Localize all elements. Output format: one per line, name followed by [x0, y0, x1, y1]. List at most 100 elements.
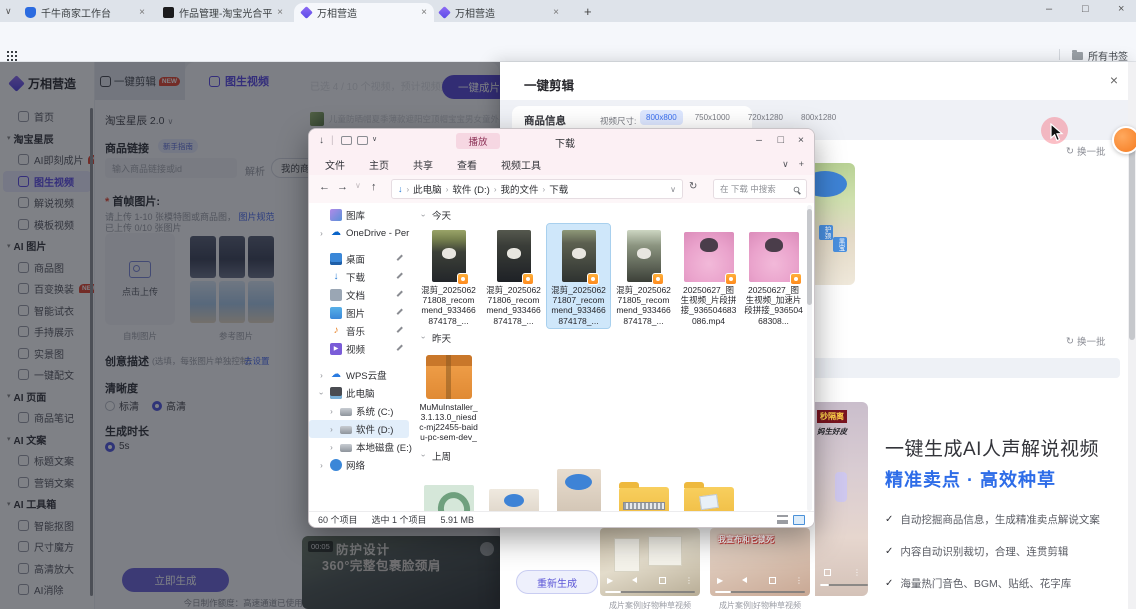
- explorer-nav-OneDrive - Per[interactable]: ›☁OneDrive - Per: [309, 224, 413, 242]
- menu-查看[interactable]: 查看: [457, 157, 477, 172]
- window-close-button[interactable]: ×: [1118, 3, 1124, 15]
- explorer-close-button[interactable]: ×: [798, 134, 804, 146]
- file-item[interactable]: [482, 465, 545, 511]
- details-view-icon[interactable]: [777, 515, 788, 524]
- file-section-header[interactable]: ›昨天: [419, 331, 814, 345]
- video-menu-icon[interactable]: ⋮: [853, 568, 861, 577]
- tab-close-icon[interactable]: ×: [277, 7, 283, 18]
- menu-主页[interactable]: 主页: [369, 157, 389, 172]
- video-menu-icon[interactable]: ⋮: [685, 576, 693, 585]
- recent-locations-caret-icon[interactable]: ∨: [355, 181, 361, 190]
- video-size-option[interactable]: 720x1280: [742, 110, 789, 125]
- video-progress-bar[interactable]: [715, 591, 805, 594]
- tab-search-caret-icon[interactable]: ∨: [5, 6, 12, 17]
- file-item[interactable]: MuMuInstaller_3.1.13.0_niesdc-mj22455-ba…: [417, 347, 480, 446]
- explorer-title-bar[interactable]: ↓ | ∨ 播放 下载 – □ ×: [309, 129, 814, 153]
- thumbnail-view-icon[interactable]: [793, 515, 805, 525]
- explorer-minimize-button[interactable]: –: [756, 134, 762, 146]
- video-size-option[interactable]: 750x1000: [689, 110, 736, 125]
- explorer-search-input[interactable]: 在 下载 中搜索: [713, 179, 807, 199]
- explorer-nav-图库[interactable]: 图库: [309, 206, 413, 224]
- volume-icon[interactable]: [629, 577, 637, 583]
- fullscreen-icon[interactable]: [824, 569, 831, 576]
- file-item[interactable]: [417, 465, 480, 511]
- apps-grid-icon[interactable]: [7, 51, 9, 53]
- play-icon[interactable]: ▶: [717, 576, 723, 585]
- file-item[interactable]: 20250627_图生视频_加速片段拼接_93650468308...: [742, 224, 805, 328]
- tab-close-icon[interactable]: ×: [553, 7, 559, 18]
- file-item[interactable]: [612, 465, 675, 511]
- explorer-back-icon[interactable]: ←: [319, 181, 330, 193]
- play-icon[interactable]: ▶: [607, 576, 613, 585]
- file-item[interactable]: 混剪_202506271806_recommend_933466874178_.…: [482, 224, 545, 328]
- contextual-tab-play[interactable]: 播放: [456, 133, 500, 149]
- file-section-header[interactable]: ›今天: [419, 208, 814, 222]
- explorer-maximize-button[interactable]: □: [778, 134, 784, 146]
- explorer-nav-软件 (D:)[interactable]: ›软件 (D:): [309, 420, 409, 438]
- explorer-refresh-icon[interactable]: ↻: [689, 181, 697, 192]
- all-bookmarks-button[interactable]: 所有书签: [1072, 48, 1128, 63]
- file-section-header[interactable]: ›上周: [419, 449, 814, 463]
- video-progress-bar[interactable]: [605, 591, 695, 594]
- explorer-nav-网络[interactable]: ›网络: [309, 456, 413, 474]
- explorer-nav-文档[interactable]: 文档: [309, 286, 413, 304]
- result-video-player[interactable]: ▶ ⋮: [600, 528, 700, 596]
- explorer-nav-图片[interactable]: 图片: [309, 304, 413, 322]
- video-menu-icon[interactable]: ⋮: [795, 576, 803, 585]
- browser-tab[interactable]: 千牛商家工作台×: [18, 3, 152, 22]
- ribbon-expand-icon[interactable]: ∨: [782, 159, 789, 170]
- explorer-nav-WPS云盘[interactable]: ›☁WPS云盘: [309, 366, 413, 384]
- quick-access-download-icon[interactable]: ↓: [319, 135, 324, 146]
- window-maximize-button[interactable]: □: [1082, 3, 1089, 15]
- breadcrumb-item[interactable]: 我的文件: [501, 182, 539, 196]
- quick-access-icon[interactable]: [341, 136, 352, 145]
- file-item[interactable]: 混剪_202506271807_recommend_933466874178_.…: [547, 224, 610, 328]
- explorer-nav-下载[interactable]: ↓下载: [309, 268, 413, 286]
- video-size-option[interactable]: 800x1280: [795, 110, 842, 125]
- menu-文件[interactable]: 文件: [325, 157, 345, 172]
- browser-tab[interactable]: 万相营造×: [294, 3, 434, 22]
- window-minimize-button[interactable]: –: [1046, 3, 1052, 15]
- tab-close-icon[interactable]: ×: [139, 7, 145, 18]
- file-item[interactable]: [677, 465, 740, 511]
- tab-close-icon[interactable]: ×: [421, 7, 427, 18]
- browser-tab[interactable]: 万相营造×: [432, 3, 566, 22]
- explorer-nav-音乐[interactable]: ♪音乐: [309, 322, 413, 340]
- new-tab-button[interactable]: +: [584, 4, 592, 19]
- explorer-nav-系统 (C:)[interactable]: ›系统 (C:): [309, 402, 413, 420]
- explorer-forward-icon[interactable]: →: [337, 181, 348, 193]
- menu-共享[interactable]: 共享: [413, 157, 433, 172]
- explorer-nav-桌面[interactable]: 桌面: [309, 250, 413, 268]
- promo-video-thumbnail[interactable]: 秒隔离 妈生好皮 ⋮: [815, 402, 868, 596]
- fullscreen-icon[interactable]: [769, 577, 776, 584]
- explorer-scrollbar[interactable]: [807, 205, 812, 511]
- refresh-batch-button[interactable]: ↻ 换一批: [1066, 334, 1105, 348]
- selected-video-thumbnail[interactable]: 护颈 黑宝: [815, 163, 855, 285]
- breadcrumb-item[interactable]: 软件 (D:): [452, 182, 489, 196]
- fullscreen-icon[interactable]: [659, 577, 666, 584]
- browser-tab[interactable]: 作品管理-淘宝光合平台×: [156, 3, 290, 22]
- result-video-player[interactable]: 我宣布和它锁死 ▶ ⋮: [710, 528, 810, 596]
- video-size-option[interactable]: 800x800: [640, 110, 683, 125]
- explorer-nav-此电脑[interactable]: ›此电脑: [309, 384, 413, 402]
- explorer-nav-本地磁盘 (E:)[interactable]: ›本地磁盘 (E:): [309, 438, 413, 456]
- file-item[interactable]: [547, 465, 610, 511]
- service-float-badge[interactable]: [1112, 126, 1136, 154]
- help-plus-icon[interactable]: +: [799, 159, 804, 170]
- breadcrumb[interactable]: ↓›此电脑›软件 (D:)›我的文件›下载∨: [391, 179, 683, 199]
- panel-close-icon[interactable]: ×: [1110, 72, 1118, 88]
- video-progress-bar[interactable]: [820, 584, 868, 587]
- file-item[interactable]: 混剪_202506271805_recommend_933466874178_.…: [612, 224, 675, 328]
- regenerate-button[interactable]: 重新生成: [516, 570, 598, 594]
- volume-icon[interactable]: [739, 577, 747, 583]
- explorer-nav-视频[interactable]: ▶视频: [309, 340, 413, 358]
- menu-视频工具[interactable]: 视频工具: [501, 157, 541, 172]
- file-item[interactable]: 混剪_202506271808_recommend_933466874178_.…: [417, 224, 480, 328]
- breadcrumb-caret-icon[interactable]: ∨: [670, 185, 676, 194]
- quick-access-folder-icon[interactable]: [357, 136, 368, 145]
- file-item[interactable]: 20250627_图生视频_片段拼接_936504683086.mp4: [677, 224, 740, 328]
- breadcrumb-item[interactable]: 下载: [549, 182, 568, 196]
- explorer-up-icon[interactable]: ↑: [371, 181, 377, 193]
- quick-access-caret-icon[interactable]: ∨: [372, 135, 377, 143]
- refresh-batch-button[interactable]: ↻ 换一批: [1066, 144, 1105, 158]
